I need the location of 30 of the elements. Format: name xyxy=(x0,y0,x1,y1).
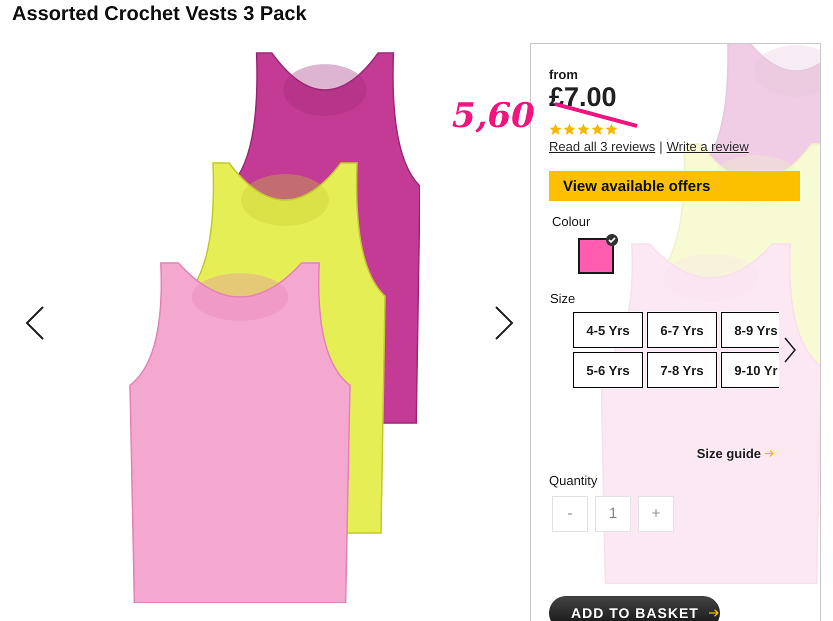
add-to-basket-button[interactable]: ADD TO BASKET xyxy=(549,596,720,621)
size-option[interactable]: 5-6 Yrs xyxy=(573,352,643,388)
colour-label: Colour xyxy=(552,214,590,229)
previous-icon[interactable] xyxy=(24,305,46,341)
write-review-link[interactable]: Write a review xyxy=(666,139,749,154)
size-option[interactable]: 4-5 Yrs xyxy=(573,312,643,348)
next-icon[interactable] xyxy=(783,336,797,364)
next-icon[interactable] xyxy=(493,305,515,341)
size-option[interactable]: 6-7 Yrs xyxy=(647,312,717,348)
arrow-icon xyxy=(765,449,774,458)
star-icon xyxy=(591,123,604,136)
read-reviews-link[interactable]: Read all 3 reviews xyxy=(549,139,656,154)
separator: | xyxy=(659,139,663,154)
check-icon xyxy=(606,234,618,246)
star-icon xyxy=(563,123,576,136)
size-guide-link[interactable]: Size guide xyxy=(696,446,761,461)
star-icon xyxy=(605,123,618,136)
sale-price-note: 5,60 xyxy=(452,96,535,136)
quantity-label: Quantity xyxy=(549,473,598,488)
offers-button[interactable]: View available offers xyxy=(549,171,800,201)
product-title: Assorted Crochet Vests 3 Pack xyxy=(11,2,308,27)
size-option[interactable]: 9-10 Yr xyxy=(721,352,779,388)
from-label: from xyxy=(549,67,578,82)
size-label: Size xyxy=(550,291,576,306)
star-icon xyxy=(577,123,590,136)
price: £7.00 xyxy=(549,84,617,110)
star-icon xyxy=(549,123,562,136)
arrow-icon xyxy=(708,608,719,618)
size-option[interactable]: 7-8 Yrs xyxy=(647,352,717,388)
size-option[interactable]: 8-9 Yrs xyxy=(721,312,779,348)
